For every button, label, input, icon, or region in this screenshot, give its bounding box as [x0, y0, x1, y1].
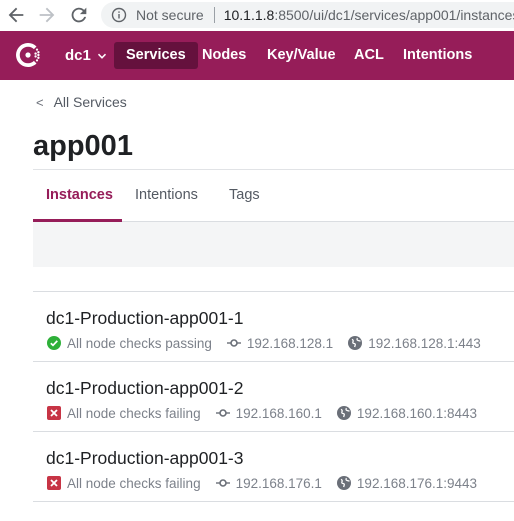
globe-icon [348, 336, 363, 350]
info-icon[interactable] [111, 7, 127, 23]
address-bar[interactable]: Not secure 10.1.1.8:8500/ui/dc1/services… [101, 2, 514, 28]
back-icon[interactable] [5, 4, 27, 26]
instance-name[interactable]: dc1-Production-app001-3 [46, 448, 244, 469]
instance-name[interactable]: dc1-Production-app001-2 [46, 378, 244, 399]
nav-services[interactable]: Services [114, 42, 198, 69]
node-address-icon [215, 479, 230, 487]
chevron-left-icon: < [36, 94, 44, 110]
nav-key-value[interactable]: Key/Value [255, 42, 348, 69]
service-address: 192.168.160.1:8443 [356, 405, 478, 421]
list-item[interactable]: dc1-Production-app001-1 All node checks … [33, 292, 514, 362]
list-item[interactable]: dc1-Production-app001-2 All node checks … [33, 362, 514, 432]
health-status: All node checks failing [67, 405, 201, 421]
datacenter-label: dc1 [65, 47, 91, 64]
chevron-down-icon [97, 53, 106, 59]
health-status: All node checks failing [67, 475, 201, 491]
reload-icon[interactable] [68, 4, 90, 26]
forward-icon[interactable] [36, 4, 58, 26]
browser-toolbar: Not secure 10.1.1.8:8500/ui/dc1/services… [0, 0, 514, 31]
tab-instances[interactable]: Instances [46, 187, 113, 203]
node-address: 192.168.128.1 [246, 335, 334, 351]
security-label: Not secure [136, 7, 204, 23]
nav-intentions[interactable]: Intentions [391, 42, 484, 69]
url-path: :8500/ui/dc1/services/app001/instances [274, 7, 514, 23]
service-address: 192.168.128.1:443 [368, 335, 481, 351]
nav-acl[interactable]: ACL [342, 42, 396, 69]
filter-bar [33, 222, 514, 267]
tab-tags[interactable]: Tags [229, 187, 260, 203]
breadcrumb[interactable]: < All Services [36, 94, 127, 110]
failing-icon [47, 406, 61, 420]
breadcrumb-link[interactable]: All Services [54, 94, 127, 110]
node-address-icon [226, 339, 241, 347]
nav-nodes[interactable]: Nodes [190, 42, 258, 69]
node-address: 192.168.176.1 [235, 475, 322, 491]
globe-icon [336, 406, 351, 420]
list-item[interactable]: dc1-Production-app001-3 All node checks … [33, 432, 514, 502]
page-title: app001 [33, 130, 133, 162]
health-status: All node checks passing [67, 335, 212, 351]
top-navigation: dc1 Services Nodes Key/Value ACL Intenti… [0, 31, 514, 80]
consul-logo-icon[interactable] [13, 40, 43, 70]
tab-bar: Instances Intentions Tags [33, 170, 514, 222]
tab-intentions[interactable]: Intentions [135, 187, 198, 203]
node-address-icon [215, 409, 230, 417]
divider [213, 7, 215, 23]
check-circle-icon [47, 336, 61, 350]
instance-name[interactable]: dc1-Production-app001-1 [46, 308, 244, 329]
globe-icon [336, 476, 351, 490]
datacenter-dropdown[interactable]: dc1 [65, 47, 107, 64]
url-host: 10.1.1.8 [223, 7, 275, 23]
node-address: 192.168.160.1 [235, 405, 322, 421]
service-address: 192.168.176.1:9443 [356, 475, 478, 491]
failing-icon [47, 476, 61, 490]
